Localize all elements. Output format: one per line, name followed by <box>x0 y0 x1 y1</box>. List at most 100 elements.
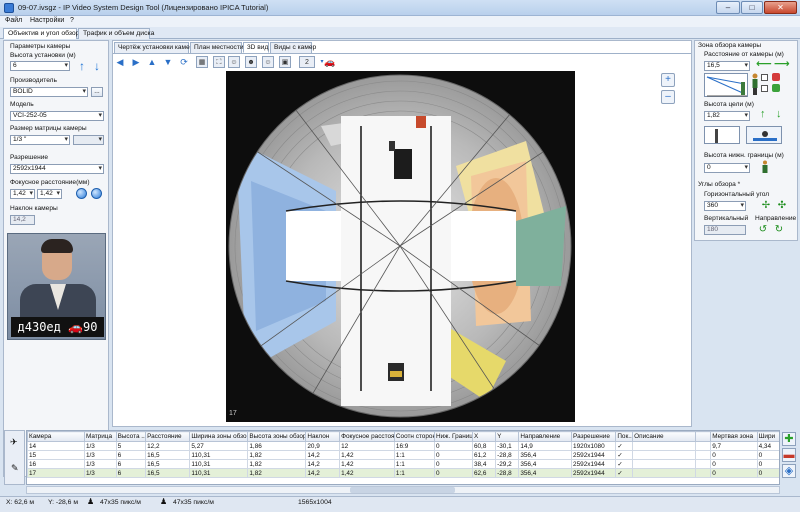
column-header[interactable]: Соотн сторон <box>393 431 435 442</box>
edit-tool-icon[interactable]: ✎ <box>11 463 19 474</box>
target-height-up-icon[interactable]: ↑ <box>760 108 766 120</box>
column-header[interactable]: Описание <box>632 431 697 442</box>
red-target-icon[interactable] <box>772 73 780 81</box>
table-cell: 0 <box>433 459 473 469</box>
distance-right-icon[interactable]: ⟶ <box>774 57 790 70</box>
green-target-icon[interactable] <box>772 84 780 92</box>
column-header[interactable]: Фокусное расстояние <box>339 431 395 442</box>
table-row[interactable]: 15 1/3 6 16,5 110,31 1,82 14,2 1,42 1:1 0 61,2 -28,… <box>27 450 779 460</box>
distance-left-icon[interactable]: ⟵ <box>756 57 772 70</box>
direction-label: Направление <box>755 215 797 222</box>
tab-lens-angle[interactable]: Объектив и угол обзора <box>3 28 83 39</box>
menu-settings[interactable]: Настройки <box>30 17 64 24</box>
table-cell: 1,42 <box>339 468 395 478</box>
arrow-left-icon[interactable]: ◀ <box>114 56 126 68</box>
option-checkbox-2[interactable] <box>761 85 768 92</box>
column-header[interactable]: Y <box>495 431 520 442</box>
menu-help[interactable]: ? <box>70 17 74 24</box>
column-header[interactable]: X <box>471 431 497 442</box>
focal-min-select[interactable]: 1,42 <box>10 189 35 199</box>
focal-increase-icon[interactable] <box>76 188 87 199</box>
camera-params-title: Параметры камеры <box>10 43 71 50</box>
add-camera-button[interactable]: ✚ <box>782 432 796 446</box>
table-row[interactable]: 14 1/3 5 12,2 5,27 1,86 20,9 12 16:9 0 60,8 -30,1 14… <box>27 441 779 451</box>
tab-camera-views[interactable]: Виды с камер <box>270 42 316 53</box>
license-plate-text: д430ед 🚗90 <box>11 317 104 337</box>
column-header[interactable]: Пок... <box>615 431 634 442</box>
table-cell: -28,8 <box>495 468 520 478</box>
rotate-left-icon[interactable]: ↺ <box>757 224 769 236</box>
focal-max-select[interactable]: 1,42 <box>37 189 62 199</box>
column-header[interactable]: Ширина зоны обзора <box>189 431 249 442</box>
height-select[interactable]: 6 <box>10 61 70 71</box>
target-height-down-icon[interactable]: ↓ <box>776 108 782 120</box>
rotate-icon[interactable]: ⟳ <box>178 56 190 68</box>
focal-label: Фокусное расстояние(мм) <box>10 179 90 186</box>
table-hscroll-thumb[interactable] <box>350 487 455 493</box>
arrow-down-icon[interactable]: ▼ <box>162 56 174 68</box>
column-header[interactable]: Ниж. Граница <box>433 431 473 442</box>
manufacturer-select[interactable]: BOLID <box>10 87 88 97</box>
angle-expand-icon[interactable]: ✢ <box>760 200 772 212</box>
resolution-select[interactable]: 2592x1944 <box>10 164 104 174</box>
model-select[interactable]: VCI-252-05 <box>10 111 104 121</box>
status-density-1: 47x35 пикс/м <box>100 499 141 506</box>
column-header[interactable]: Мертвая зона <box>710 431 758 442</box>
lower-bound-select[interactable]: 0 <box>704 163 750 173</box>
focal-decrease-icon[interactable] <box>91 188 102 199</box>
menu-file[interactable]: Файл <box>5 17 22 24</box>
grid-icon[interactable]: ▦ <box>196 56 208 68</box>
3d-viewport[interactable] <box>226 71 575 422</box>
camera-person-icon[interactable]: ☺ <box>262 56 274 68</box>
table-row[interactable]: 17 1/3 6 16,5 110,31 1,82 14,2 1,42 1:1 0 62,6 -28,… <box>27 468 779 478</box>
column-header[interactable]: Разрешение <box>571 431 617 442</box>
height-down-icon[interactable]: ↓ <box>92 60 102 72</box>
zoom-out-button[interactable]: – <box>661 90 675 104</box>
camera-info-button[interactable]: ◈ <box>782 464 796 478</box>
rotate-right-icon[interactable]: ↻ <box>773 224 785 236</box>
sensor-select[interactable]: 1/3 " <box>10 135 70 145</box>
column-header[interactable]: Матрица <box>83 431 117 442</box>
column-header[interactable]: Наклон <box>305 431 341 442</box>
column-header[interactable]: Камера <box>27 431 85 442</box>
column-header[interactable]: Высота зоны обзора <box>247 431 307 442</box>
table-row[interactable]: 16 1/3 6 16,5 110,31 1,82 14,2 1,42 1:1 0 38,4 -29,… <box>27 459 779 469</box>
tab-traffic-disk[interactable]: Трафик и объем диска <box>78 28 154 39</box>
car-view-icon[interactable]: 🚗 <box>324 56 336 68</box>
view-count-select[interactable]: 2 <box>299 56 315 68</box>
remove-camera-button[interactable]: ▬ <box>782 448 796 462</box>
table-cell: 0 <box>433 441 473 451</box>
option-checkbox-1[interactable] <box>761 74 768 81</box>
camera-tool-icon[interactable]: ✈ <box>10 437 18 448</box>
person-view-icon[interactable]: ☻ <box>245 56 257 68</box>
close-button[interactable]: ✕ <box>764 1 797 14</box>
tab-install-drawing[interactable]: Чертёж установки камеры <box>114 42 198 53</box>
fit-icon[interactable]: ⛶ <box>213 56 225 68</box>
table-cell <box>632 459 697 469</box>
column-header[interactable]: Шири <box>756 431 779 442</box>
column-header[interactable] <box>695 431 712 442</box>
height-up-icon[interactable]: ↑ <box>77 60 87 72</box>
maximize-button[interactable]: □ <box>741 1 763 14</box>
sensor-secondary-select[interactable] <box>73 135 104 145</box>
person-status-icon: ♟ <box>87 497 95 506</box>
target-height-select[interactable]: 1,82 <box>704 111 750 121</box>
minimize-button[interactable]: – <box>716 1 740 14</box>
screen-icon[interactable]: ▣ <box>279 56 291 68</box>
column-header[interactable]: Направление <box>518 431 573 442</box>
table-cell: 61,2 <box>471 450 497 460</box>
arrow-up-icon[interactable]: ▲ <box>146 56 158 68</box>
column-header[interactable]: Расстояние <box>145 431 191 442</box>
table-cell: 0 <box>756 450 779 460</box>
zoom-in-button[interactable]: + <box>661 73 675 87</box>
person-icon[interactable]: ☺ <box>228 56 240 68</box>
arrow-right-icon[interactable]: ▶ <box>130 56 142 68</box>
table-header-row: Камера Матрица Высота ... Расстояние Ширина … <box>27 431 779 442</box>
horizontal-select[interactable]: 360 <box>704 201 746 211</box>
distance-select[interactable]: 16,5 <box>704 61 750 71</box>
angle-collapse-icon[interactable]: ✣ <box>776 200 788 212</box>
tab-site-plan[interactable]: План местности <box>190 42 244 53</box>
manufacturer-browse-button[interactable]: ... <box>91 87 103 97</box>
column-header[interactable]: Высота ... <box>115 431 147 442</box>
tab-3d-view[interactable]: 3D вид <box>243 42 269 53</box>
